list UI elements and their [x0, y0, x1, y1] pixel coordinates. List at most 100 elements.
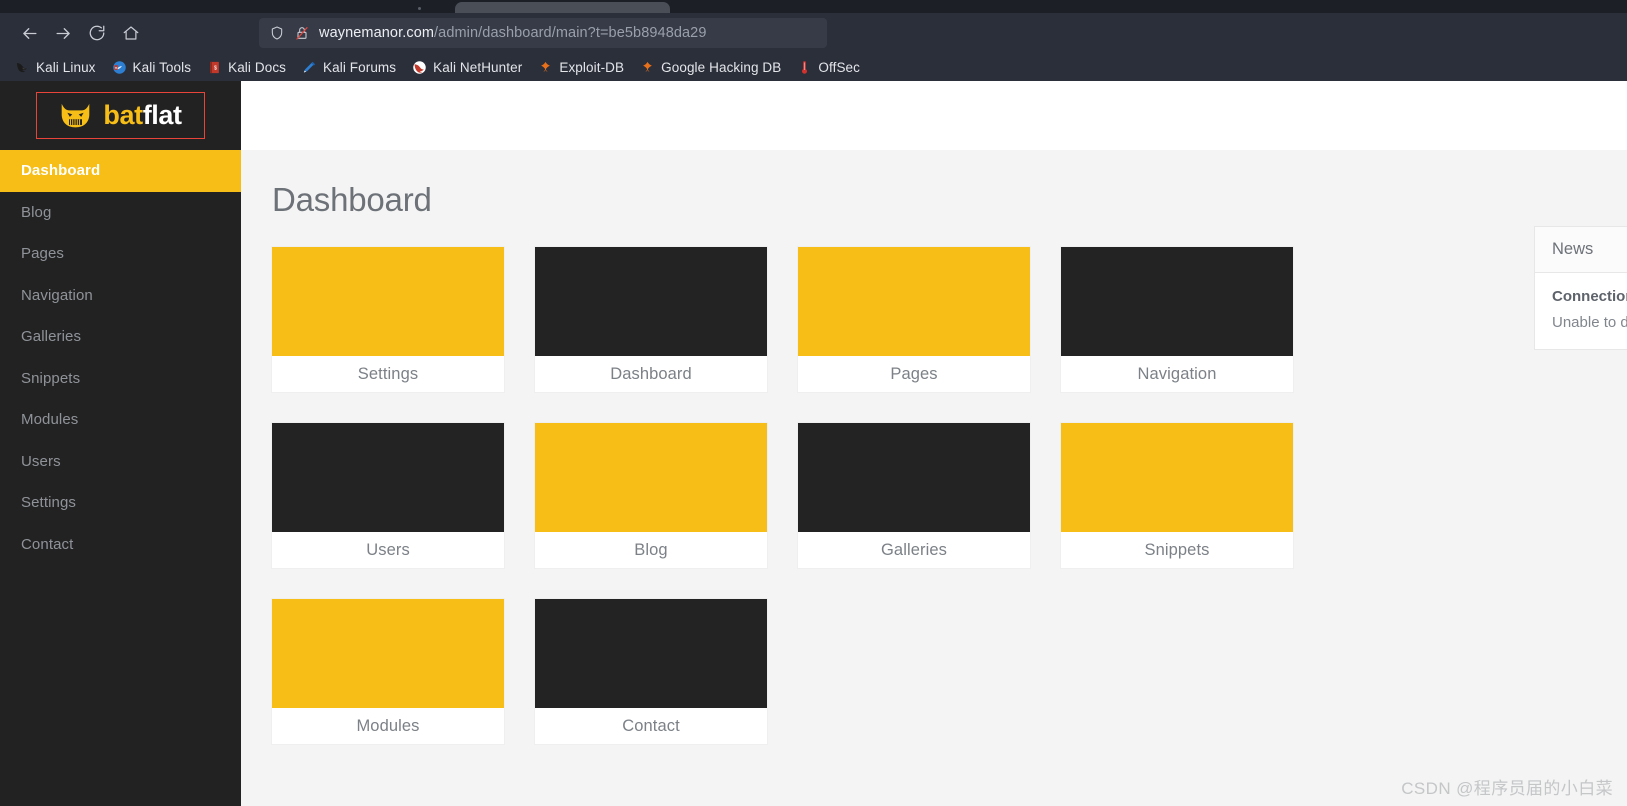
tile-label: Navigation [1137, 364, 1217, 383]
sidebar-item-label: Galleries [21, 328, 82, 346]
dashboard-column: Dashboard Settings Dashboard Pages Navig… [272, 181, 1327, 806]
tile-thumbnail [798, 247, 1030, 356]
bookmark-label: OffSec [818, 59, 861, 75]
sidebar-item-label: Pages [21, 245, 65, 263]
bookmark-label: Kali Linux [36, 59, 96, 75]
tile-thumbnail [272, 423, 504, 532]
browser-chrome: waynemanor.com/admin/dashboard/main?t=be… [0, 0, 1627, 81]
reload-button[interactable] [80, 16, 114, 50]
tile-navigation[interactable]: Navigation [1061, 247, 1293, 392]
tile-modules[interactable]: Modules [272, 599, 504, 744]
forward-button[interactable] [46, 16, 80, 50]
sidebar-item-pages[interactable]: Pages [0, 233, 241, 275]
tile-galleries[interactable]: Galleries [798, 423, 1030, 568]
kali-tools-icon: π [112, 60, 126, 74]
tile-blog[interactable]: Blog [535, 423, 767, 568]
batflat-bat-icon [62, 103, 90, 127]
tile-label: Dashboard [610, 364, 692, 383]
news-item-text: Unable to download latest news from [1552, 314, 1627, 331]
tab-strip[interactable] [0, 0, 1627, 13]
svg-text:π: π [114, 65, 117, 69]
kali-dragon-icon [16, 62, 27, 72]
tile-contact[interactable]: Contact [535, 599, 767, 744]
main-area: Dashboard Settings Dashboard Pages Navig… [241, 81, 1627, 806]
bookmark-label: Kali Docs [228, 59, 287, 75]
tile-label: Users [366, 540, 410, 559]
bookmark-label: Kali NetHunter [433, 59, 523, 75]
sidebar-item-label: Users [21, 452, 61, 470]
url-text: waynemanor.com/admin/dashboard/main?t=be… [319, 25, 707, 41]
kali-nethunter-icon [413, 60, 426, 74]
page-title: Dashboard [272, 181, 432, 218]
bookmark-label: Kali Forums [323, 59, 397, 75]
sidebar-item-label: Snippets [21, 369, 81, 387]
sidebar-item-navigation[interactable]: Navigation [0, 275, 241, 317]
home-button[interactable] [114, 16, 148, 50]
kali-forums-icon [303, 61, 316, 72]
exploit-db-icon [541, 61, 551, 72]
browser-tab[interactable] [455, 2, 670, 13]
tab-favicon-dot [418, 7, 421, 10]
batflat-logo[interactable]: batflat [36, 92, 205, 139]
bookmark-exploit-db[interactable]: Exploit-DB [531, 57, 631, 78]
sidebar-item-users[interactable]: Users [0, 441, 241, 483]
tile-label: Pages [890, 364, 938, 383]
shield-icon[interactable] [269, 25, 285, 41]
bookmark-kali-nethunter[interactable]: Kali NetHunter [405, 57, 529, 78]
tile-settings[interactable]: Settings [272, 247, 504, 392]
sidebar-logo-wrapper: batflat [0, 81, 241, 150]
tile-thumbnail [535, 599, 767, 708]
lock-crossed-icon[interactable] [294, 25, 310, 41]
bookmark-google-hacking-db[interactable]: Google Hacking DB [633, 57, 788, 78]
bookmark-label: Google Hacking DB [661, 59, 782, 75]
csdn-watermark: CSDN @程序员届的小白菜 [1401, 779, 1613, 798]
sidebar-item-galleries[interactable]: Galleries [0, 316, 241, 358]
news-panel-header: News [1535, 227, 1627, 273]
tile-thumbnail [1061, 423, 1293, 532]
tile-thumbnail [272, 247, 504, 356]
tile-thumbnail [272, 599, 504, 708]
sidebar-item-modules[interactable]: Modules [0, 399, 241, 441]
sidebar-item-label: Dashboard [21, 162, 101, 180]
logo-text-flat: flat [142, 100, 182, 130]
module-tile-grid: Settings Dashboard Pages Navigation User… [272, 247, 1296, 744]
url-host: waynemanor.com [319, 25, 435, 41]
bookmark-offsec[interactable]: OffSec [790, 57, 867, 78]
tile-label: Galleries [880, 540, 947, 559]
topbar [241, 81, 1627, 150]
news-panel: News Connection timeout Unable to downlo… [1534, 226, 1627, 350]
back-button[interactable] [12, 16, 46, 50]
tile-label: Settings [357, 364, 419, 383]
sidebar-item-label: Contact [21, 535, 74, 553]
kali-docs-icon: $ [210, 61, 219, 73]
bookmark-kali-docs[interactable]: $ Kali Docs [200, 57, 293, 78]
tile-label: Contact [622, 716, 680, 735]
sidebar-nav: Dashboard Blog Pages Navigation Gallerie… [0, 150, 241, 565]
sidebar-item-settings[interactable]: Settings [0, 482, 241, 524]
bookmark-label: Exploit-DB [559, 59, 625, 75]
tile-pages[interactable]: Pages [798, 247, 1030, 392]
sidebar-item-contact[interactable]: Contact [0, 524, 241, 566]
batflat-logo-text: batflat [103, 100, 182, 130]
news-panel-body: Connection timeout Unable to download la… [1535, 273, 1627, 349]
sidebar: batflat Dashboard Blog Pages Navigation … [0, 81, 241, 806]
sidebar-item-snippets[interactable]: Snippets [0, 358, 241, 400]
sidebar-item-label: Blog [21, 203, 52, 221]
navigation-toolbar: waynemanor.com/admin/dashboard/main?t=be… [0, 13, 1627, 53]
tile-dashboard[interactable]: Dashboard [535, 247, 767, 392]
bookmarks-bar: Kali Linux π Kali Tools $ Kali Docs Kali… [0, 53, 1627, 81]
tile-users[interactable]: Users [272, 423, 504, 568]
sidebar-item-blog[interactable]: Blog [0, 192, 241, 234]
tile-label: Modules [356, 716, 420, 735]
tile-snippets[interactable]: Snippets [1061, 423, 1293, 568]
bookmark-kali-tools[interactable]: π Kali Tools [105, 57, 199, 78]
sidebar-item-label: Modules [21, 411, 79, 429]
tile-thumbnail [798, 423, 1030, 532]
admin-app: batflat Dashboard Blog Pages Navigation … [0, 81, 1627, 806]
sidebar-item-dashboard[interactable]: Dashboard [0, 150, 241, 192]
url-bar[interactable]: waynemanor.com/admin/dashboard/main?t=be… [259, 18, 827, 48]
bookmark-kali-linux[interactable]: Kali Linux [8, 57, 103, 78]
url-path: /admin/dashboard/main?t=be5b8948da29 [434, 25, 707, 41]
news-item-title: Connection timeout [1552, 288, 1627, 305]
bookmark-kali-forums[interactable]: Kali Forums [295, 57, 403, 78]
